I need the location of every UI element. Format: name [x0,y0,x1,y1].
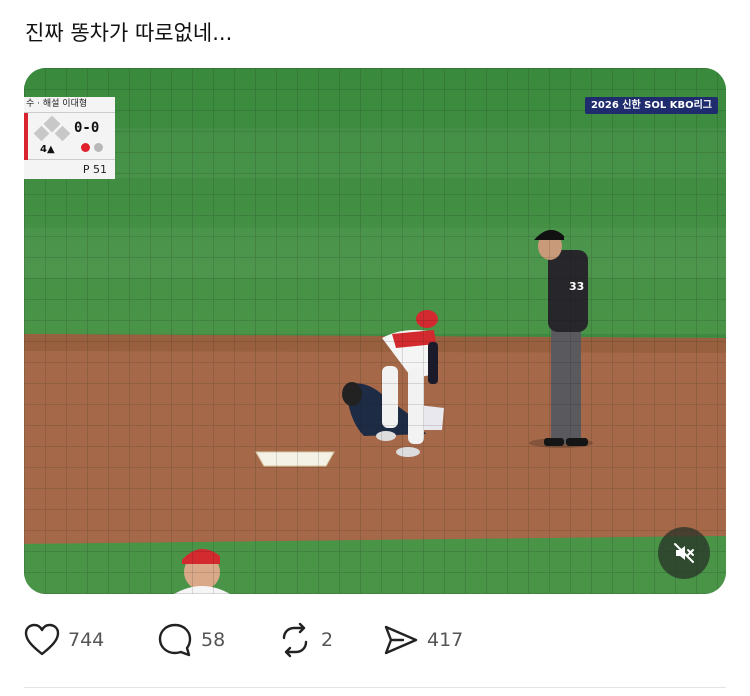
out-indicator-empty-icon [94,143,103,152]
like-count: 744 [68,629,105,651]
team-color-bar [24,113,28,160]
scoreboard-commentator: 수 · 해설 이대형 [24,97,115,112]
comment-bubble-icon [158,623,192,657]
share-button[interactable]: 417 [383,620,463,660]
scoreboard-inning: 4▲ [40,144,55,155]
video-frame: 33 [24,68,726,594]
mute-button[interactable] [658,527,710,579]
repost-button[interactable]: 2 [277,620,333,660]
reply-count: 58 [201,629,226,651]
scoreboard-overlay: 수 · 해설 이대형 4▲ 0-0 P 51 [24,97,115,181]
video-player[interactable]: 33 [24,68,726,594]
post-text: 진짜 똥차가 따로없네... [25,21,233,45]
scoreboard-count: 0-0 [74,120,100,136]
like-button[interactable]: 744 [24,620,104,660]
out-indicator-icon [81,143,90,152]
repost-count: 2 [321,629,334,651]
send-icon [384,625,418,655]
speaker-muted-icon [674,543,694,563]
broadcast-logo: 2026 신한 SOL KBO리그 [584,97,718,114]
bases-diamond-icon [33,116,71,142]
divider [24,687,726,688]
repost-icon [282,622,308,658]
share-count: 417 [427,629,464,651]
reply-button[interactable]: 58 [157,620,225,660]
heart-icon [24,623,60,656]
post-actions: 744 58 2 417 [0,620,750,660]
pitch-count: P 51 [24,159,115,179]
